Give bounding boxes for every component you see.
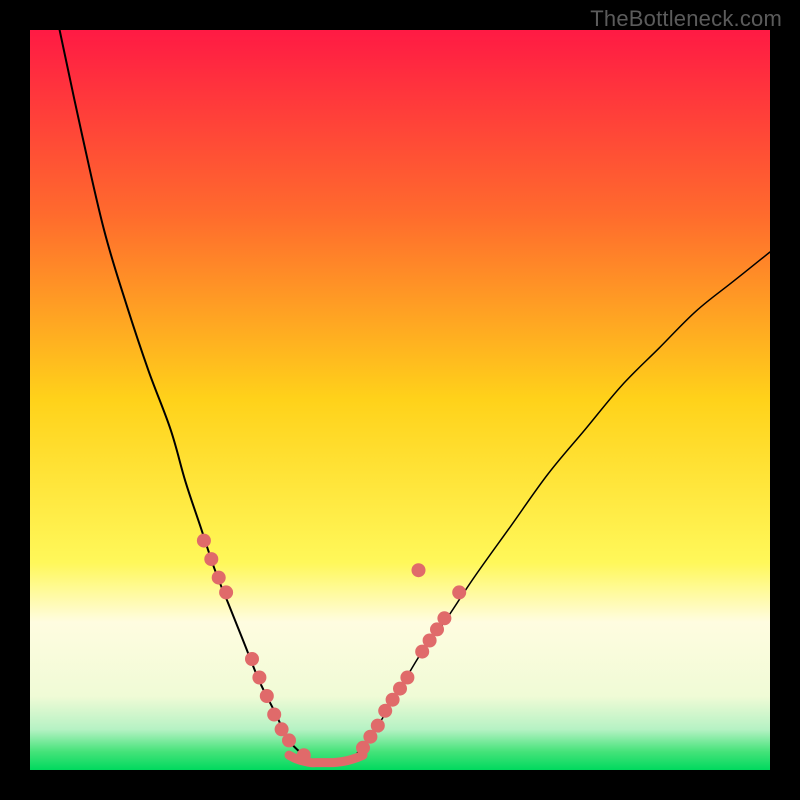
data-point [297,748,311,762]
plot-area [30,30,770,770]
series-stray-dot [412,563,426,577]
data-point [252,671,266,685]
data-point [282,733,296,747]
data-point [204,552,218,566]
data-point [452,585,466,599]
data-point [267,708,281,722]
watermark-label: TheBottleneck.com [590,6,782,32]
data-point [437,611,451,625]
chart-frame: TheBottleneck.com [0,0,800,800]
data-point [400,671,414,685]
data-point [371,719,385,733]
data-point [197,534,211,548]
data-point [212,571,226,585]
data-point [260,689,274,703]
data-point [219,585,233,599]
plot-background [30,30,770,770]
data-point [245,652,259,666]
plot-svg [30,30,770,770]
data-point [412,563,426,577]
